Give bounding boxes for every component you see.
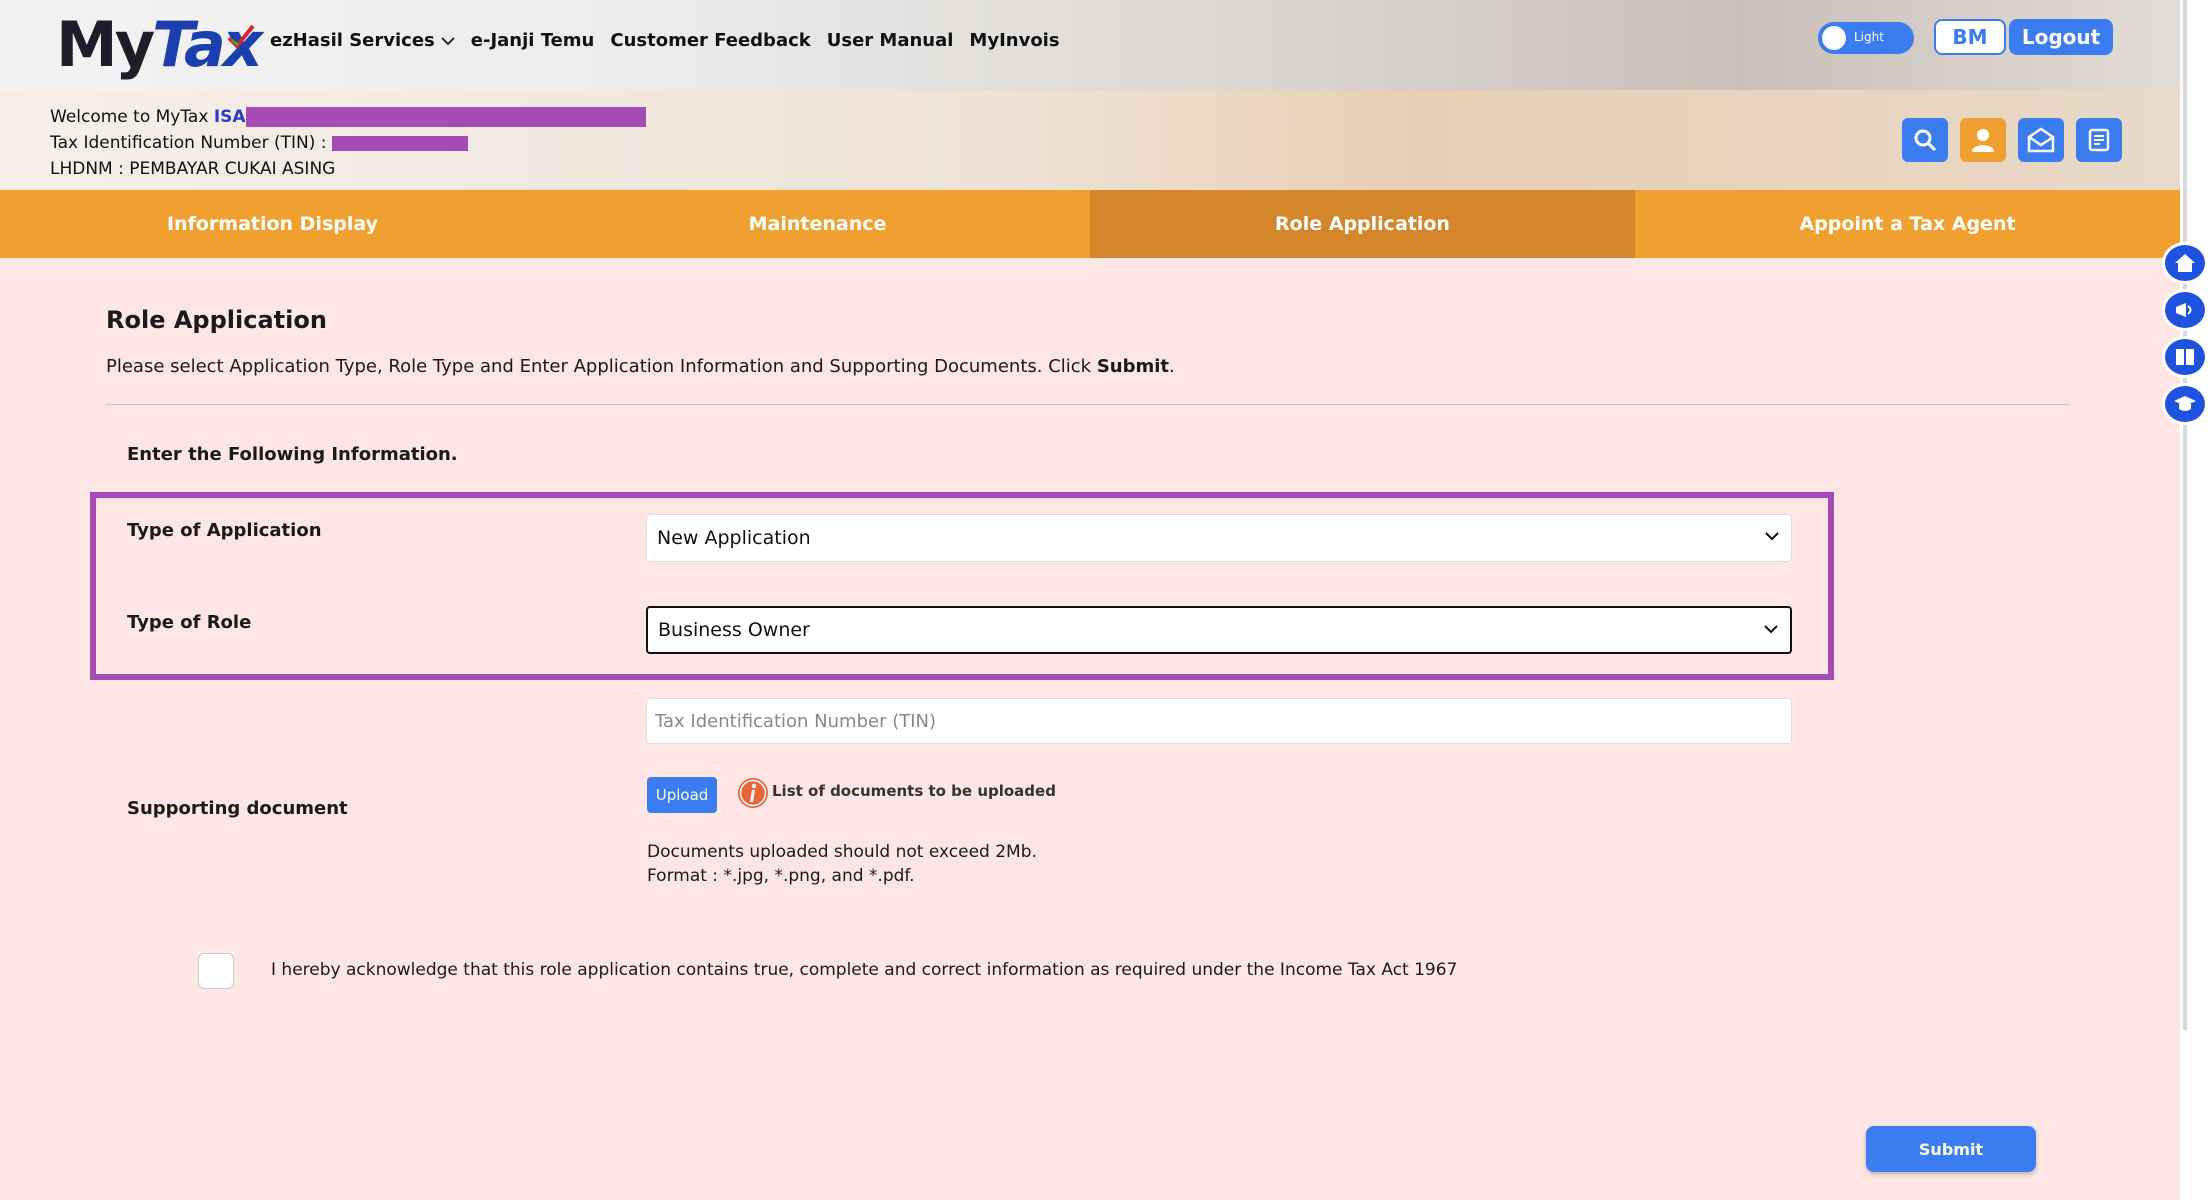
welcome-line: Welcome to MyTax ISA [50, 104, 646, 130]
type-of-role-label: Type of Role [127, 612, 252, 633]
page-title: Role Application [106, 306, 327, 334]
welcome-info: Welcome to MyTax ISA Tax Identification … [50, 104, 646, 182]
welcome-band: Welcome to MyTax ISA Tax Identification … [0, 90, 2180, 190]
user-name: ISA [213, 107, 246, 127]
type-of-application-label: Type of Application [127, 520, 322, 541]
instruction-text: Please select Application Type, Role Typ… [106, 356, 1175, 377]
upload-button[interactable]: Upload [647, 777, 717, 813]
tab-bar: Information Display Maintenance Role App… [0, 190, 2180, 258]
divider [106, 404, 2069, 405]
document-icon[interactable] [2076, 118, 2122, 162]
logo-check-icon [227, 24, 255, 49]
mytax-logo[interactable]: MyTax [56, 8, 263, 82]
logout-button[interactable]: Logout [2009, 19, 2113, 55]
floating-shortcuts [2162, 242, 2208, 425]
upload-note: Documents uploaded should not exceed 2Mb… [647, 842, 1037, 886]
nav-user-manual[interactable]: User Manual [827, 30, 954, 51]
info-icon[interactable] [737, 777, 769, 809]
supporting-document-label: Supporting document [127, 798, 348, 819]
acknowledge-checkbox[interactable] [198, 953, 234, 989]
tin-input[interactable] [646, 698, 1792, 744]
role-application-form: Role Application Please select Applicati… [0, 258, 2180, 1200]
mail-icon[interactable] [2018, 118, 2064, 162]
redacted-name [245, 107, 646, 127]
chevron-down-icon [1765, 532, 1779, 541]
top-header: MyTax ezHasil Services e-Janji Temu Cust… [0, 0, 2180, 90]
type-of-role-select[interactable]: Business Owner [646, 606, 1792, 654]
acknowledgement-text: I hereby acknowledge that this role appl… [271, 960, 1458, 980]
scrollbar-thumb[interactable] [2183, 0, 2187, 1030]
profile-icon[interactable] [1960, 118, 2006, 162]
nav-e-janji-temu[interactable]: e-Janji Temu [471, 30, 595, 51]
tab-maintenance[interactable]: Maintenance [545, 190, 1090, 258]
type-of-application-select[interactable]: New Application [646, 514, 1792, 562]
nav-ezhasil-services[interactable]: ezHasil Services [270, 30, 455, 51]
graduation-cap-icon[interactable] [2162, 383, 2208, 425]
main-nav: ezHasil Services e-Janji Temu Customer F… [270, 30, 1060, 51]
nav-myinvois[interactable]: MyInvois [969, 30, 1059, 51]
redacted-tin [331, 135, 468, 151]
chevron-down-icon [441, 36, 455, 45]
submit-button[interactable]: Submit [1866, 1126, 2036, 1172]
tab-role-application[interactable]: Role Application [1090, 190, 1635, 258]
office-line: LHDNM : PEMBAYAR CUKAI ASING [50, 159, 336, 179]
nav-customer-feedback[interactable]: Customer Feedback [610, 30, 810, 51]
tab-information-display[interactable]: Information Display [0, 190, 545, 258]
tab-appoint-tax-agent[interactable]: Appoint a Tax Agent [1635, 190, 2180, 258]
search-icon[interactable] [1902, 118, 1948, 162]
quick-icons [1902, 118, 2122, 162]
chevron-down-icon [1764, 625, 1778, 634]
megaphone-icon[interactable] [2162, 289, 2208, 331]
theme-toggle[interactable]: Light [1818, 22, 1914, 54]
documents-list-link[interactable]: List of documents to be uploaded [772, 782, 1056, 800]
book-icon[interactable] [2162, 336, 2208, 378]
tin-line: Tax Identification Number (TIN) : [50, 130, 646, 156]
home-icon[interactable] [2162, 242, 2208, 284]
toggle-knob [1822, 26, 1846, 50]
section-heading: Enter the Following Information. [127, 444, 458, 465]
language-bm-button[interactable]: BM [1934, 19, 2006, 55]
